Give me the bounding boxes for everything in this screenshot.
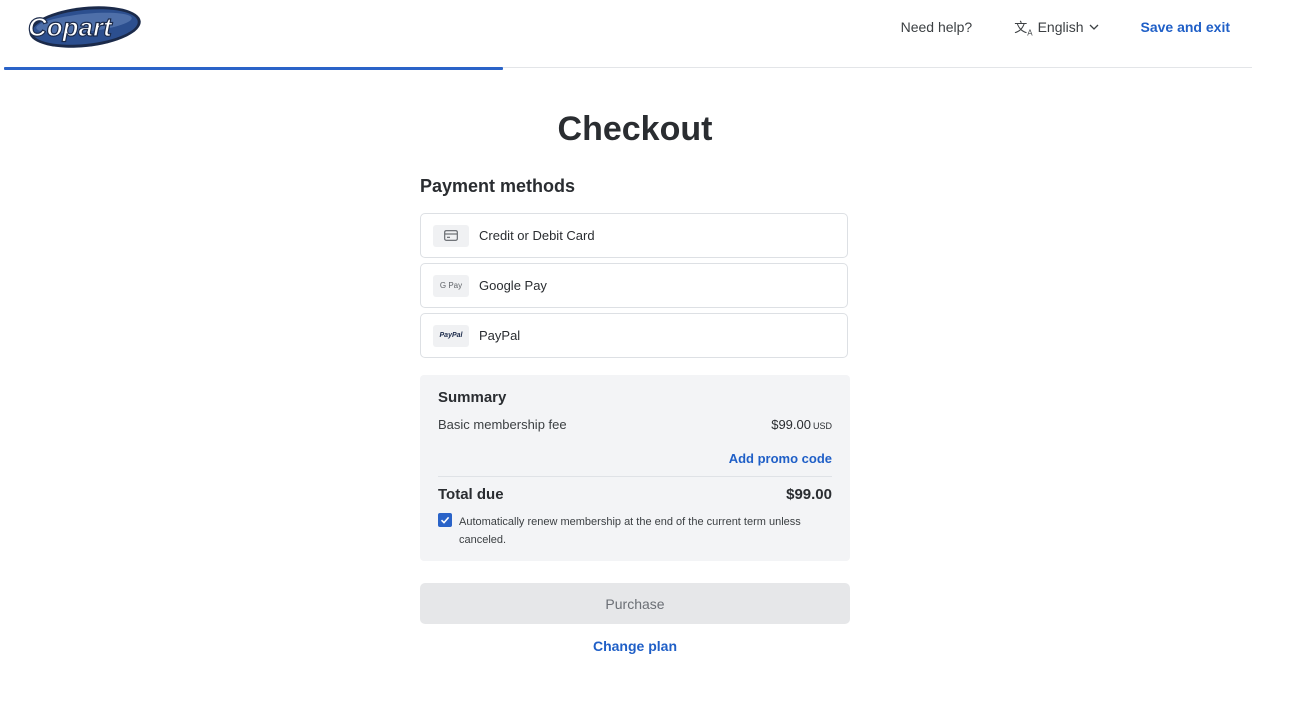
chevron-down-icon bbox=[1089, 24, 1098, 30]
add-promo-code-link[interactable]: Add promo code bbox=[729, 451, 832, 466]
order-summary: Summary Basic membership fee $99.00 USD A… bbox=[420, 375, 850, 561]
payment-method-card[interactable]: Credit or Debit Card bbox=[420, 213, 848, 258]
fee-amount: $99.00 bbox=[771, 417, 811, 432]
page-title: Checkout bbox=[557, 110, 713, 148]
purchase-button[interactable]: Purchase bbox=[420, 583, 850, 624]
paypal-icon: PayPal bbox=[433, 324, 469, 347]
language-selector[interactable]: 文A English bbox=[1014, 17, 1098, 38]
translate-icon: 文A bbox=[1014, 19, 1033, 38]
auto-renew-label: Automatically renew membership at the en… bbox=[459, 516, 801, 546]
summary-title: Summary bbox=[438, 389, 507, 406]
payment-method-google-pay[interactable]: G Pay Google Pay bbox=[420, 263, 848, 308]
checkmark-icon bbox=[440, 516, 450, 524]
payment-method-label: Google Pay bbox=[479, 278, 547, 293]
checkout-progress-bar bbox=[4, 67, 503, 70]
need-help-link[interactable]: Need help? bbox=[901, 19, 973, 35]
language-label: English bbox=[1037, 19, 1084, 35]
copart-logo[interactable]: Copart bbox=[24, 5, 142, 49]
save-and-exit-link[interactable]: Save and exit bbox=[1141, 19, 1231, 35]
fee-currency: USD bbox=[812, 421, 832, 431]
payment-methods-title: Payment methods bbox=[420, 176, 576, 196]
top-header: Copart Need help? 文A English Save and ex… bbox=[0, 0, 1252, 67]
google-pay-icon: G Pay bbox=[433, 274, 469, 297]
logo-text: Copart bbox=[28, 12, 113, 42]
total-due-value: $99.00 bbox=[786, 486, 832, 503]
change-plan-link[interactable]: Change plan bbox=[420, 638, 850, 654]
payment-method-label: PayPal bbox=[479, 328, 521, 343]
credit-card-icon bbox=[433, 224, 469, 247]
auto-renew-checkbox[interactable] bbox=[438, 513, 452, 527]
total-due-label: Total due bbox=[438, 486, 504, 503]
payment-method-label: Credit or Debit Card bbox=[479, 228, 595, 243]
checkout-page: Copart Need help? 文A English Save and ex… bbox=[0, 0, 1296, 728]
membership-fee-value: $99.00 USD bbox=[771, 417, 832, 432]
membership-fee-label: Basic membership fee bbox=[438, 417, 567, 432]
header-actions: Need help? 文A English Save and exit bbox=[901, 0, 1230, 54]
payment-method-paypal[interactable]: PayPal PayPal bbox=[420, 313, 848, 358]
summary-divider bbox=[438, 476, 832, 477]
